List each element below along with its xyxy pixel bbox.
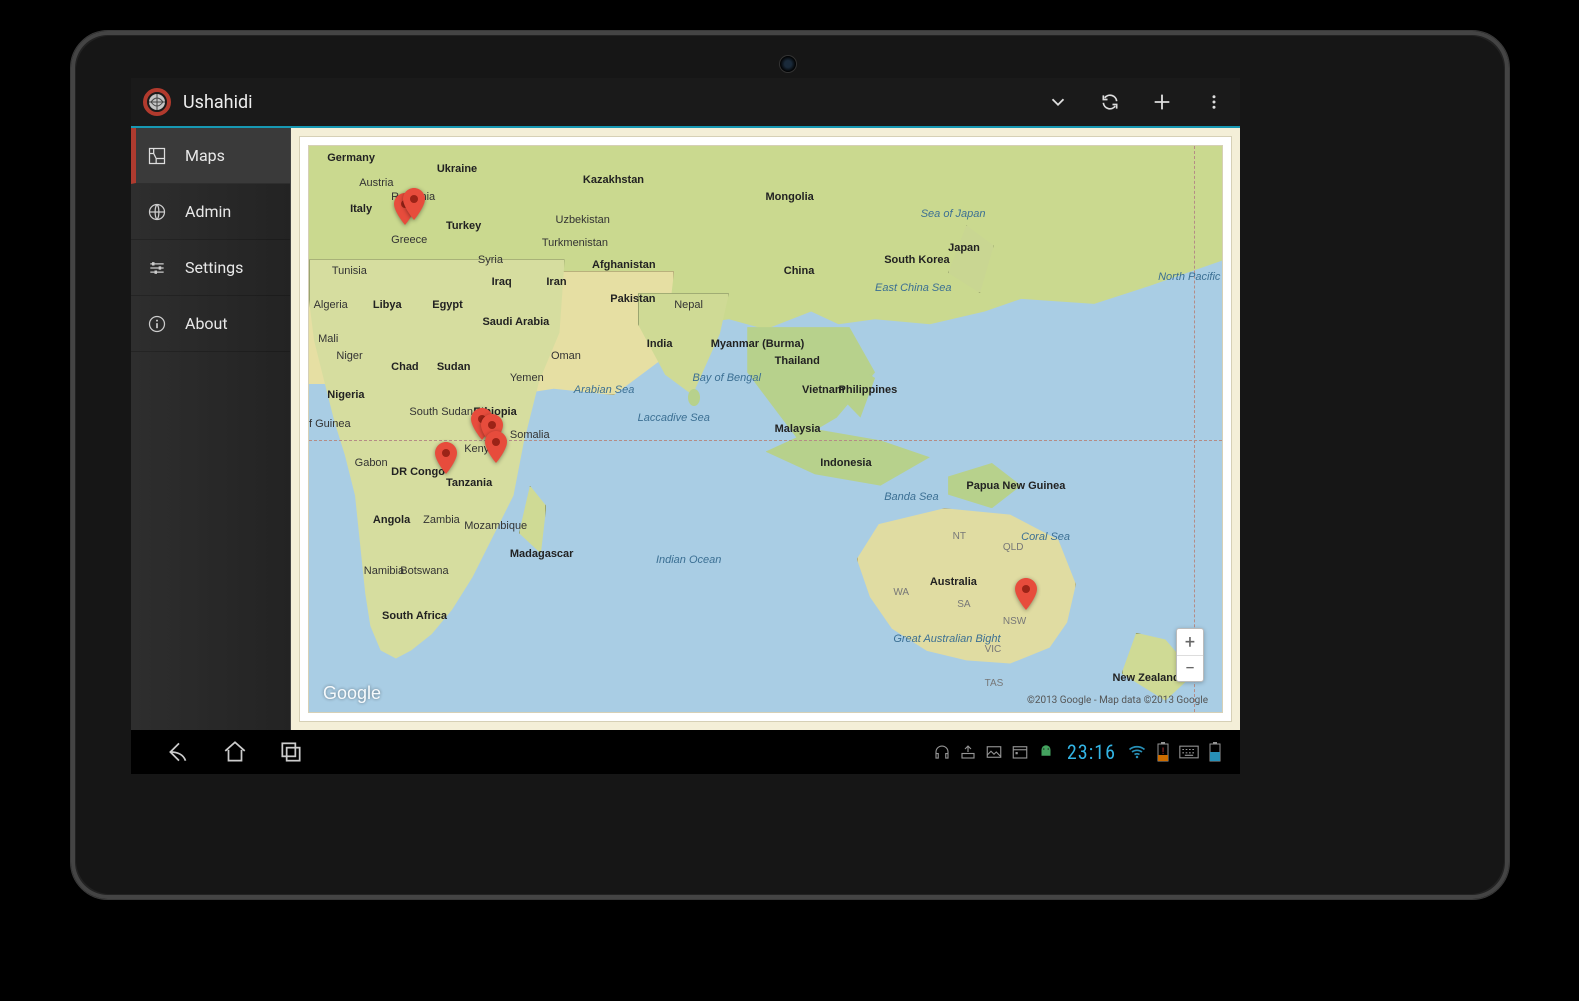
recent-apps-button[interactable]	[263, 730, 319, 774]
sidebar-item-about[interactable]: About	[131, 296, 290, 352]
image-icon	[981, 730, 1007, 774]
add-button[interactable]	[1136, 78, 1188, 126]
globe-icon	[145, 200, 169, 224]
content: Maps Admin Settings About	[131, 126, 1240, 730]
sidebar-item-label: Settings	[185, 258, 243, 277]
sidebar-item-maps[interactable]: Maps	[131, 128, 290, 184]
refresh-button[interactable]	[1084, 78, 1136, 126]
back-button[interactable]	[151, 730, 207, 774]
home-button[interactable]	[207, 730, 263, 774]
overflow-menu-button[interactable]	[1188, 78, 1240, 126]
equator-line	[309, 440, 1222, 441]
svg-text:!: !	[1162, 747, 1164, 757]
android-icon	[1033, 730, 1059, 774]
info-icon	[145, 312, 169, 336]
map-panel: Germany Ukraine Austria Romania Italy Gr…	[290, 128, 1240, 730]
sidebar-item-settings[interactable]: Settings	[131, 240, 290, 296]
actionbar: Ushahidi	[131, 78, 1240, 126]
keyboard-icon	[1176, 730, 1202, 774]
app-title: Ushahidi	[183, 92, 253, 113]
screen: Ushahidi Maps Adm	[131, 78, 1240, 774]
landmass-srilanka	[688, 389, 700, 406]
sidebar-item-admin[interactable]: Admin	[131, 184, 290, 240]
sidebar-item-label: About	[185, 314, 228, 333]
upload-icon	[955, 730, 981, 774]
status-area[interactable]: 23:16 !	[929, 730, 1240, 774]
map-viewport[interactable]: Germany Ukraine Austria Romania Italy Gr…	[308, 145, 1223, 713]
headphones-icon	[929, 730, 955, 774]
navbar: 23:16 !	[131, 730, 1240, 774]
map-marker-kenya[interactable]	[485, 431, 507, 463]
map-icon	[145, 144, 169, 168]
battery-warning-icon: !	[1150, 730, 1176, 774]
map-attribution: ©2013 Google - Map data ©2013 Google	[1027, 695, 1208, 706]
clock: 23:16	[1059, 740, 1124, 764]
map-frame: Germany Ukraine Austria Romania Italy Gr…	[299, 136, 1232, 722]
map-zoom-controls: + −	[1176, 628, 1204, 682]
map-marker-drc[interactable]	[435, 442, 457, 474]
dropdown-button[interactable]	[1032, 78, 1084, 126]
map-marker-australia[interactable]	[1015, 578, 1037, 610]
sliders-icon	[145, 256, 169, 280]
app-logo-icon	[141, 86, 173, 118]
wifi-icon	[1124, 730, 1150, 774]
calendar-icon	[1007, 730, 1033, 774]
battery-icon	[1202, 730, 1228, 774]
map-zoom-in[interactable]: +	[1177, 629, 1203, 655]
map-marker-greece-2[interactable]	[403, 188, 425, 220]
sidebar: Maps Admin Settings About	[131, 128, 290, 730]
camera-icon	[779, 55, 797, 73]
sidebar-item-label: Admin	[185, 202, 231, 221]
google-logo: Google	[323, 683, 381, 704]
sidebar-item-label: Maps	[185, 146, 225, 165]
map-zoom-out[interactable]: −	[1177, 655, 1203, 681]
